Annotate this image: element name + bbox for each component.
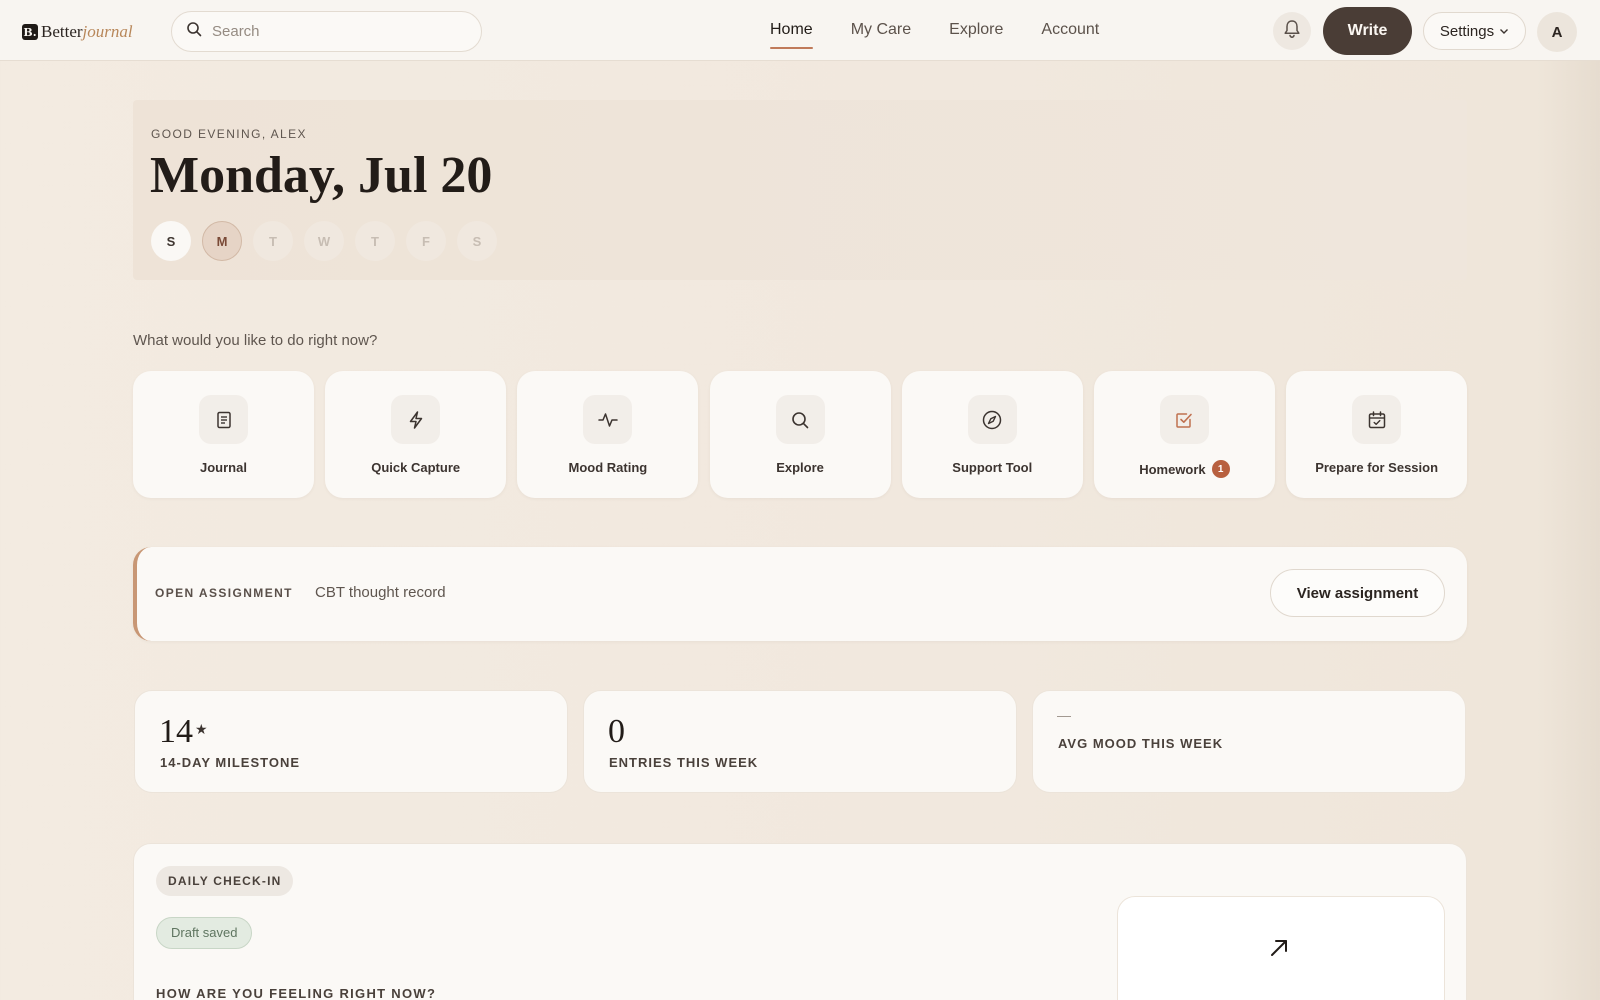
stat-value: 14 ★	[159, 713, 208, 751]
nav-my-care[interactable]: My Care	[851, 0, 911, 61]
search-icon	[186, 21, 202, 42]
page-title: Monday, Jul 20	[150, 147, 493, 204]
action-label: Support Tool	[952, 460, 1033, 475]
day-friday: F	[406, 221, 446, 261]
top-bar: B. Better journal Home My Care Explore A…	[0, 0, 1600, 61]
action-label: Mood Rating	[568, 460, 648, 475]
brand-mark: B.	[22, 24, 38, 40]
stat-value: 0	[608, 713, 625, 750]
write-button[interactable]: Write	[1323, 7, 1412, 55]
assignment-title: CBT thought record	[315, 584, 446, 601]
action-support-tool[interactable]: Support Tool	[901, 371, 1083, 498]
week-day-strip: S M T W T F S	[151, 221, 508, 261]
main-nav: Home My Care Explore Account	[770, 0, 1137, 61]
day-monday[interactable]: M	[202, 221, 242, 261]
action-journal[interactable]: Journal	[133, 371, 314, 498]
arrow-up-right-icon	[1268, 937, 1290, 964]
action-homework[interactable]: Homework 1	[1093, 371, 1275, 498]
checkin-pill: DAILY CHECK-IN	[156, 866, 294, 896]
nav-home[interactable]: Home	[770, 0, 813, 61]
open-assignment-card: OPEN ASSIGNMENT CBT thought record View …	[133, 547, 1467, 641]
settings-button[interactable]: Settings	[1423, 12, 1526, 50]
day-saturday: S	[457, 221, 497, 261]
feeling-question: HOW ARE YOU FEELING RIGHT NOW?	[156, 986, 437, 1000]
notifications-button[interactable]	[1273, 12, 1311, 50]
greeting: GOOD EVENING, ALEX	[151, 127, 307, 141]
brand-word-better: Better	[41, 22, 83, 41]
action-prepare-for-session[interactable]: Prepare for Session	[1286, 371, 1468, 498]
action-label: Prepare for Session	[1315, 460, 1439, 475]
book-icon	[199, 395, 248, 444]
checkbox-icon	[1159, 395, 1209, 444]
stat-avg-mood: — AVG MOOD THIS WEEK	[1032, 690, 1466, 793]
milestone-number: 14	[159, 713, 193, 750]
stat-milestone: 14 ★ 14-DAY MILESTONE	[134, 690, 568, 793]
day-sunday[interactable]: S	[151, 221, 191, 261]
quick-actions: Journal Quick Capture Mood Rating Explor…	[133, 371, 1478, 498]
stat-label: AVG MOOD THIS WEEK	[1058, 736, 1224, 751]
assignment-kicker: OPEN ASSIGNMENT	[155, 586, 293, 600]
stat-value: —	[1057, 707, 1071, 723]
compass-icon	[967, 395, 1017, 444]
avatar[interactable]: A	[1537, 12, 1577, 52]
action-label: Homework 1	[1139, 460, 1230, 478]
expand-card[interactable]	[1117, 896, 1445, 1000]
day-tuesday: T	[253, 221, 293, 261]
action-mood-rating[interactable]: Mood Rating	[517, 371, 699, 498]
day-thursday: T	[355, 221, 395, 261]
lightning-icon	[391, 395, 441, 444]
search-input[interactable]	[212, 23, 462, 40]
stat-label: ENTRIES THIS WEEK	[609, 755, 759, 770]
pulse-icon	[583, 395, 633, 444]
stat-label: 14-DAY MILESTONE	[160, 755, 301, 770]
action-label: Quick Capture	[371, 460, 461, 475]
calendar-icon	[1352, 395, 1402, 444]
search-icon	[775, 395, 825, 444]
search-box[interactable]	[171, 11, 482, 52]
stat-entries-this-week: 0 ENTRIES THIS WEEK	[583, 690, 1017, 793]
action-prompt: What would you like to do right now?	[133, 332, 378, 349]
chevron-down-icon	[1499, 28, 1509, 35]
brand-logo[interactable]: B. Better journal	[22, 22, 133, 42]
homework-count-badge: 1	[1211, 460, 1230, 478]
settings-label: Settings	[1439, 22, 1495, 40]
brand-word-journal: journal	[82, 22, 133, 41]
action-explore[interactable]: Explore	[709, 371, 891, 498]
draft-saved-badge: Draft saved	[156, 917, 253, 949]
action-label: Explore	[776, 460, 824, 475]
nav-account[interactable]: Account	[1041, 0, 1099, 61]
bell-icon	[1283, 19, 1301, 44]
daily-checkin-card: DAILY CHECK-IN Draft saved HOW ARE YOU F…	[133, 843, 1467, 1000]
action-label: Journal	[200, 460, 247, 475]
day-wednesday: W	[304, 221, 344, 261]
action-quick-capture[interactable]: Quick Capture	[325, 371, 507, 498]
nav-explore[interactable]: Explore	[949, 0, 1003, 61]
star-icon: ★	[195, 723, 208, 738]
view-assignment-button[interactable]: View assignment	[1270, 569, 1445, 617]
homework-label: Homework	[1139, 461, 1206, 477]
